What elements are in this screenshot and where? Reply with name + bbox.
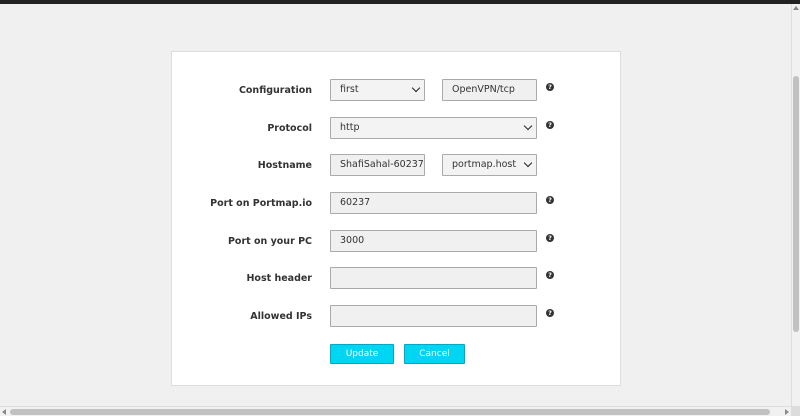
host-header-label: Host header: [246, 273, 312, 284]
server-type-field[interactable]: OpenVPN/tcp: [442, 79, 537, 101]
port-portmap-value: 60237: [340, 197, 371, 208]
protocol-value: http: [340, 122, 360, 133]
port-portmap-help-icon[interactable]: ?: [546, 196, 554, 204]
port-mapping-form: [171, 51, 621, 386]
port-portmap-label: Port on Portmap.io: [210, 198, 312, 209]
allowed-ips-help-icon[interactable]: ?: [546, 309, 554, 317]
vertical-scroll-thumb[interactable]: [793, 76, 799, 332]
domain-select[interactable]: portmap.host: [442, 154, 537, 176]
configuration-help-icon[interactable]: ?: [546, 83, 554, 91]
host-header-help-icon[interactable]: ?: [546, 271, 554, 279]
port-pc-value: 3000: [340, 235, 365, 246]
protocol-label: Protocol: [267, 123, 312, 134]
host-header-input[interactable]: [330, 267, 537, 289]
server-type-value: OpenVPN/tcp: [452, 84, 515, 95]
port-pc-help-icon[interactable]: ?: [546, 234, 554, 242]
configuration-value: first: [340, 84, 359, 95]
port-pc-input[interactable]: 3000: [330, 230, 537, 252]
domain-value: portmap.host: [452, 159, 517, 170]
horizontal-scrollbar[interactable]: [0, 406, 791, 416]
allowed-ips-input[interactable]: [330, 305, 537, 327]
configuration-select[interactable]: first: [330, 79, 425, 101]
hostname-value: ShafiSahal-60237: [340, 159, 424, 170]
chevron-down-icon: [523, 121, 533, 131]
horizontal-scroll-thumb[interactable]: [10, 409, 770, 415]
scroll-up-icon[interactable]: [793, 6, 799, 10]
scrollbar-corner: [791, 406, 800, 416]
protocol-select[interactable]: http: [330, 117, 537, 139]
configuration-label: Configuration: [238, 85, 312, 96]
protocol-help-icon[interactable]: ?: [546, 121, 554, 129]
chevron-down-icon: [523, 158, 533, 168]
cancel-button[interactable]: Cancel: [404, 344, 465, 364]
vertical-scrollbar[interactable]: [791, 4, 800, 406]
update-button[interactable]: Update: [330, 344, 394, 364]
scroll-right-icon[interactable]: [785, 409, 789, 415]
hostname-label: Hostname: [257, 160, 312, 171]
hostname-input[interactable]: ShafiSahal-60237: [330, 154, 425, 176]
allowed-ips-label: Allowed IPs: [250, 311, 312, 322]
port-pc-label: Port on your PC: [227, 236, 312, 247]
port-portmap-input[interactable]: 60237: [330, 192, 537, 214]
scroll-left-icon[interactable]: [2, 409, 6, 415]
chevron-down-icon: [411, 83, 421, 93]
